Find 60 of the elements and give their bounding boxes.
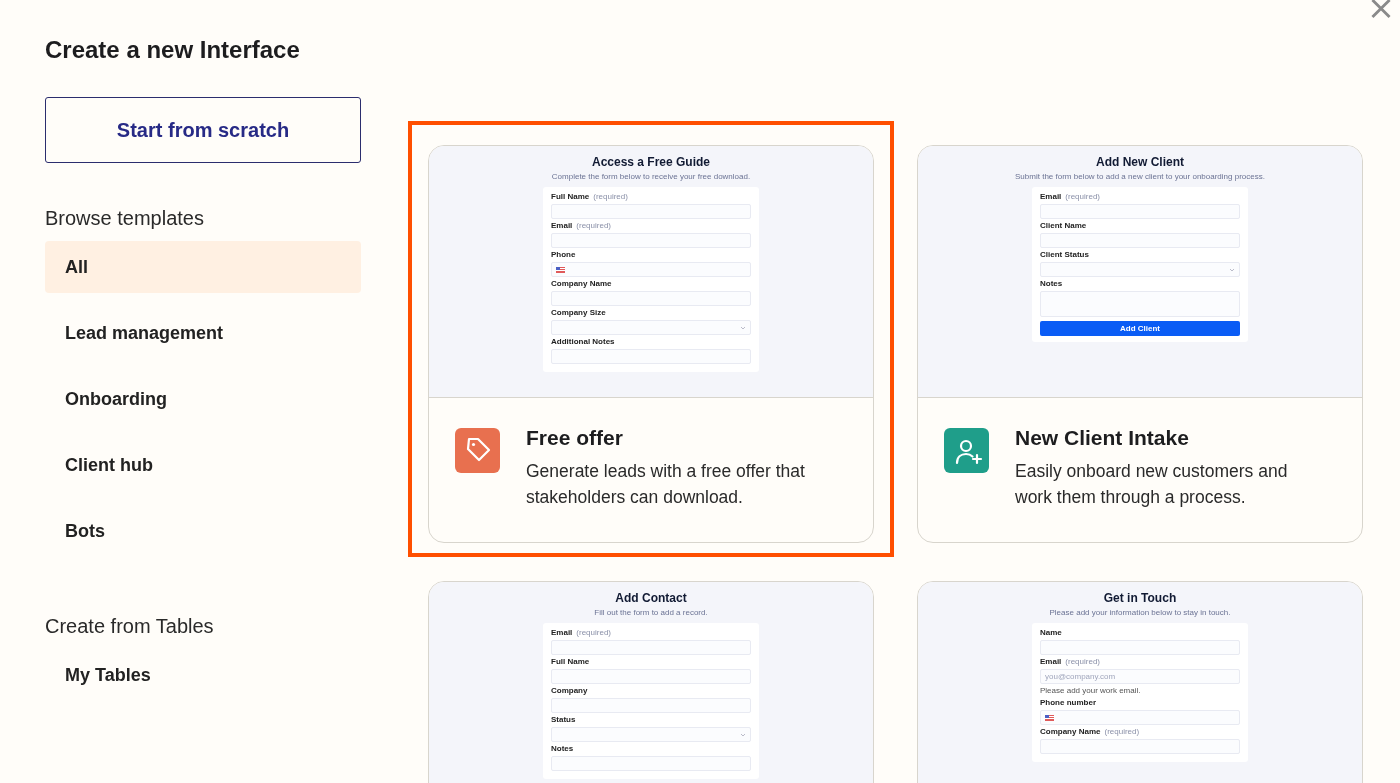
chevron-down-icon xyxy=(1229,268,1235,272)
flag-icon xyxy=(1045,714,1054,721)
preview-field-label: Company Size xyxy=(551,308,606,318)
preview-field-label: Full Name xyxy=(551,657,590,667)
start-from-scratch-button[interactable]: Start from scratch xyxy=(45,97,361,163)
flag-icon xyxy=(556,266,565,273)
template-card[interactable] xyxy=(428,145,874,543)
preview-field-label: Company Name xyxy=(551,279,612,289)
template-card[interactable]: Get in Touch Please add your information below to stay in touch. Name Email (required) you@company.com Please add your work email. Phone number Company Name (required) xyxy=(917,581,1363,783)
chevron-down-icon xyxy=(740,733,746,737)
preview-field-label: Company Name xyxy=(1040,727,1101,737)
preview-subtitle: Complete the form below to receive your free download. xyxy=(551,172,751,182)
preview-field-hint: (required) xyxy=(593,192,628,202)
preview-field-label: Email xyxy=(1040,192,1062,202)
preview-field-label: Email xyxy=(551,221,573,231)
preview-field-label: Phone xyxy=(551,250,576,260)
template-name: Free offer xyxy=(526,426,624,450)
preview-field-label: Full Name xyxy=(551,192,590,202)
template-description: Generate leads with a free offer that stakeholders can download. xyxy=(526,460,806,509)
sidebar-item[interactable]: Lead management xyxy=(45,307,361,359)
preview-placeholder: you@company.com xyxy=(1045,672,1116,681)
preview-field-label: Notes xyxy=(551,744,574,754)
section-heading: Create from Tables xyxy=(45,614,215,639)
sidebar-item[interactable]: My Tables xyxy=(45,649,361,701)
preview-subtitle: Please add your information below to stay in touch. xyxy=(1049,608,1231,618)
preview-field-hint: (required) xyxy=(1065,657,1101,667)
preview-field-label: Email xyxy=(1040,657,1062,667)
chevron-down-icon xyxy=(740,326,746,330)
preview-field-label: Status xyxy=(551,715,576,725)
preview-field-label: Name xyxy=(1040,628,1062,638)
preview-field-label: Phone number xyxy=(1040,698,1096,708)
preview-field-hint: (required) xyxy=(576,221,612,231)
sidebar-item[interactable]: All xyxy=(45,241,361,293)
preview-title: Add New Client xyxy=(1096,155,1184,169)
template-description: Easily onboard new customers and work them through a process. xyxy=(1015,460,1289,509)
preview-title: Access a Free Guide xyxy=(591,155,711,169)
preview-subtitle: Fill out the form to add a record. xyxy=(594,608,708,618)
sidebar-item[interactable]: Onboarding xyxy=(45,373,361,425)
preview-field-hint: (required) xyxy=(1104,727,1140,737)
preview-field-hint: (required) xyxy=(1065,192,1101,202)
sidebar-item[interactable]: Client hub xyxy=(45,439,361,491)
preview-title: Add Contact xyxy=(615,591,687,605)
template-name: New Client Intake xyxy=(1015,426,1190,450)
preview-title: Get in Touch xyxy=(1103,591,1177,605)
template-card[interactable] xyxy=(917,145,1363,543)
section-heading: Browse templates xyxy=(45,206,205,231)
close-icon[interactable] xyxy=(1370,0,1392,19)
preview-field-label: Notes xyxy=(1040,279,1063,289)
template-card[interactable]: Add Contact Fill out the form to add a record. Email (required) Full Name Company Status Notes xyxy=(428,581,874,783)
preview-field-label: Additional Notes xyxy=(551,337,615,347)
preview-field-label: Email xyxy=(551,628,573,638)
preview-field-label: Company xyxy=(551,686,588,696)
preview-help-text: Please add your work email. xyxy=(1040,686,1142,696)
preview-subtitle: Submit the form below to add a new client to your onboarding process. xyxy=(1015,172,1265,182)
preview-submit-button: Add Client xyxy=(1040,321,1240,336)
preview-field-label: Client Status xyxy=(1040,250,1089,260)
preview-field-label: Client Name xyxy=(1040,221,1087,231)
preview-field-hint: (required) xyxy=(576,628,612,638)
dialog-title: Create a new Interface xyxy=(45,36,301,64)
sidebar-item[interactable]: Bots xyxy=(45,505,361,557)
